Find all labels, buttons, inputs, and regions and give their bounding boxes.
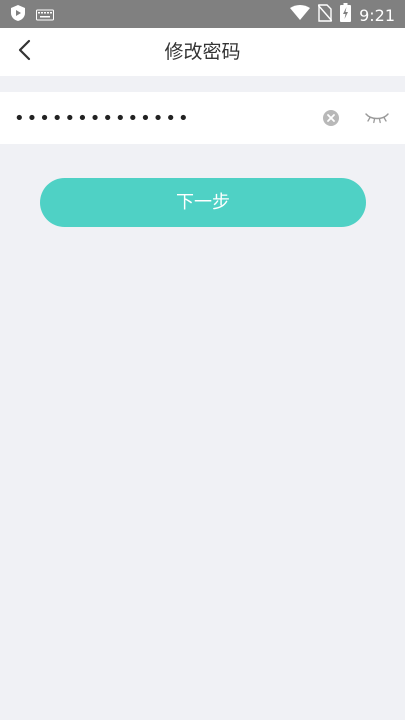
back-button[interactable] xyxy=(10,38,38,66)
clear-circle-icon xyxy=(322,110,340,131)
shield-app-icon xyxy=(10,4,26,26)
chevron-left-icon xyxy=(17,39,31,65)
password-input[interactable] xyxy=(14,92,304,144)
battery-charging-icon xyxy=(340,3,352,28)
status-bar-right: 9:21 xyxy=(290,3,395,28)
status-bar-left xyxy=(10,4,54,26)
keyboard-icon xyxy=(36,6,54,25)
no-sim-icon xyxy=(317,3,333,28)
status-bar: 9:21 xyxy=(0,0,405,28)
password-row xyxy=(0,92,405,144)
status-time: 9:21 xyxy=(359,5,395,25)
app-bar: 修改密码 xyxy=(0,28,405,76)
clear-button[interactable] xyxy=(322,109,340,127)
page-title: 修改密码 xyxy=(164,41,241,63)
next-button[interactable]: 下一步 xyxy=(40,178,366,227)
toggle-visibility-button[interactable] xyxy=(364,108,390,128)
wifi-icon xyxy=(290,4,311,27)
eye-closed-icon xyxy=(364,113,390,132)
